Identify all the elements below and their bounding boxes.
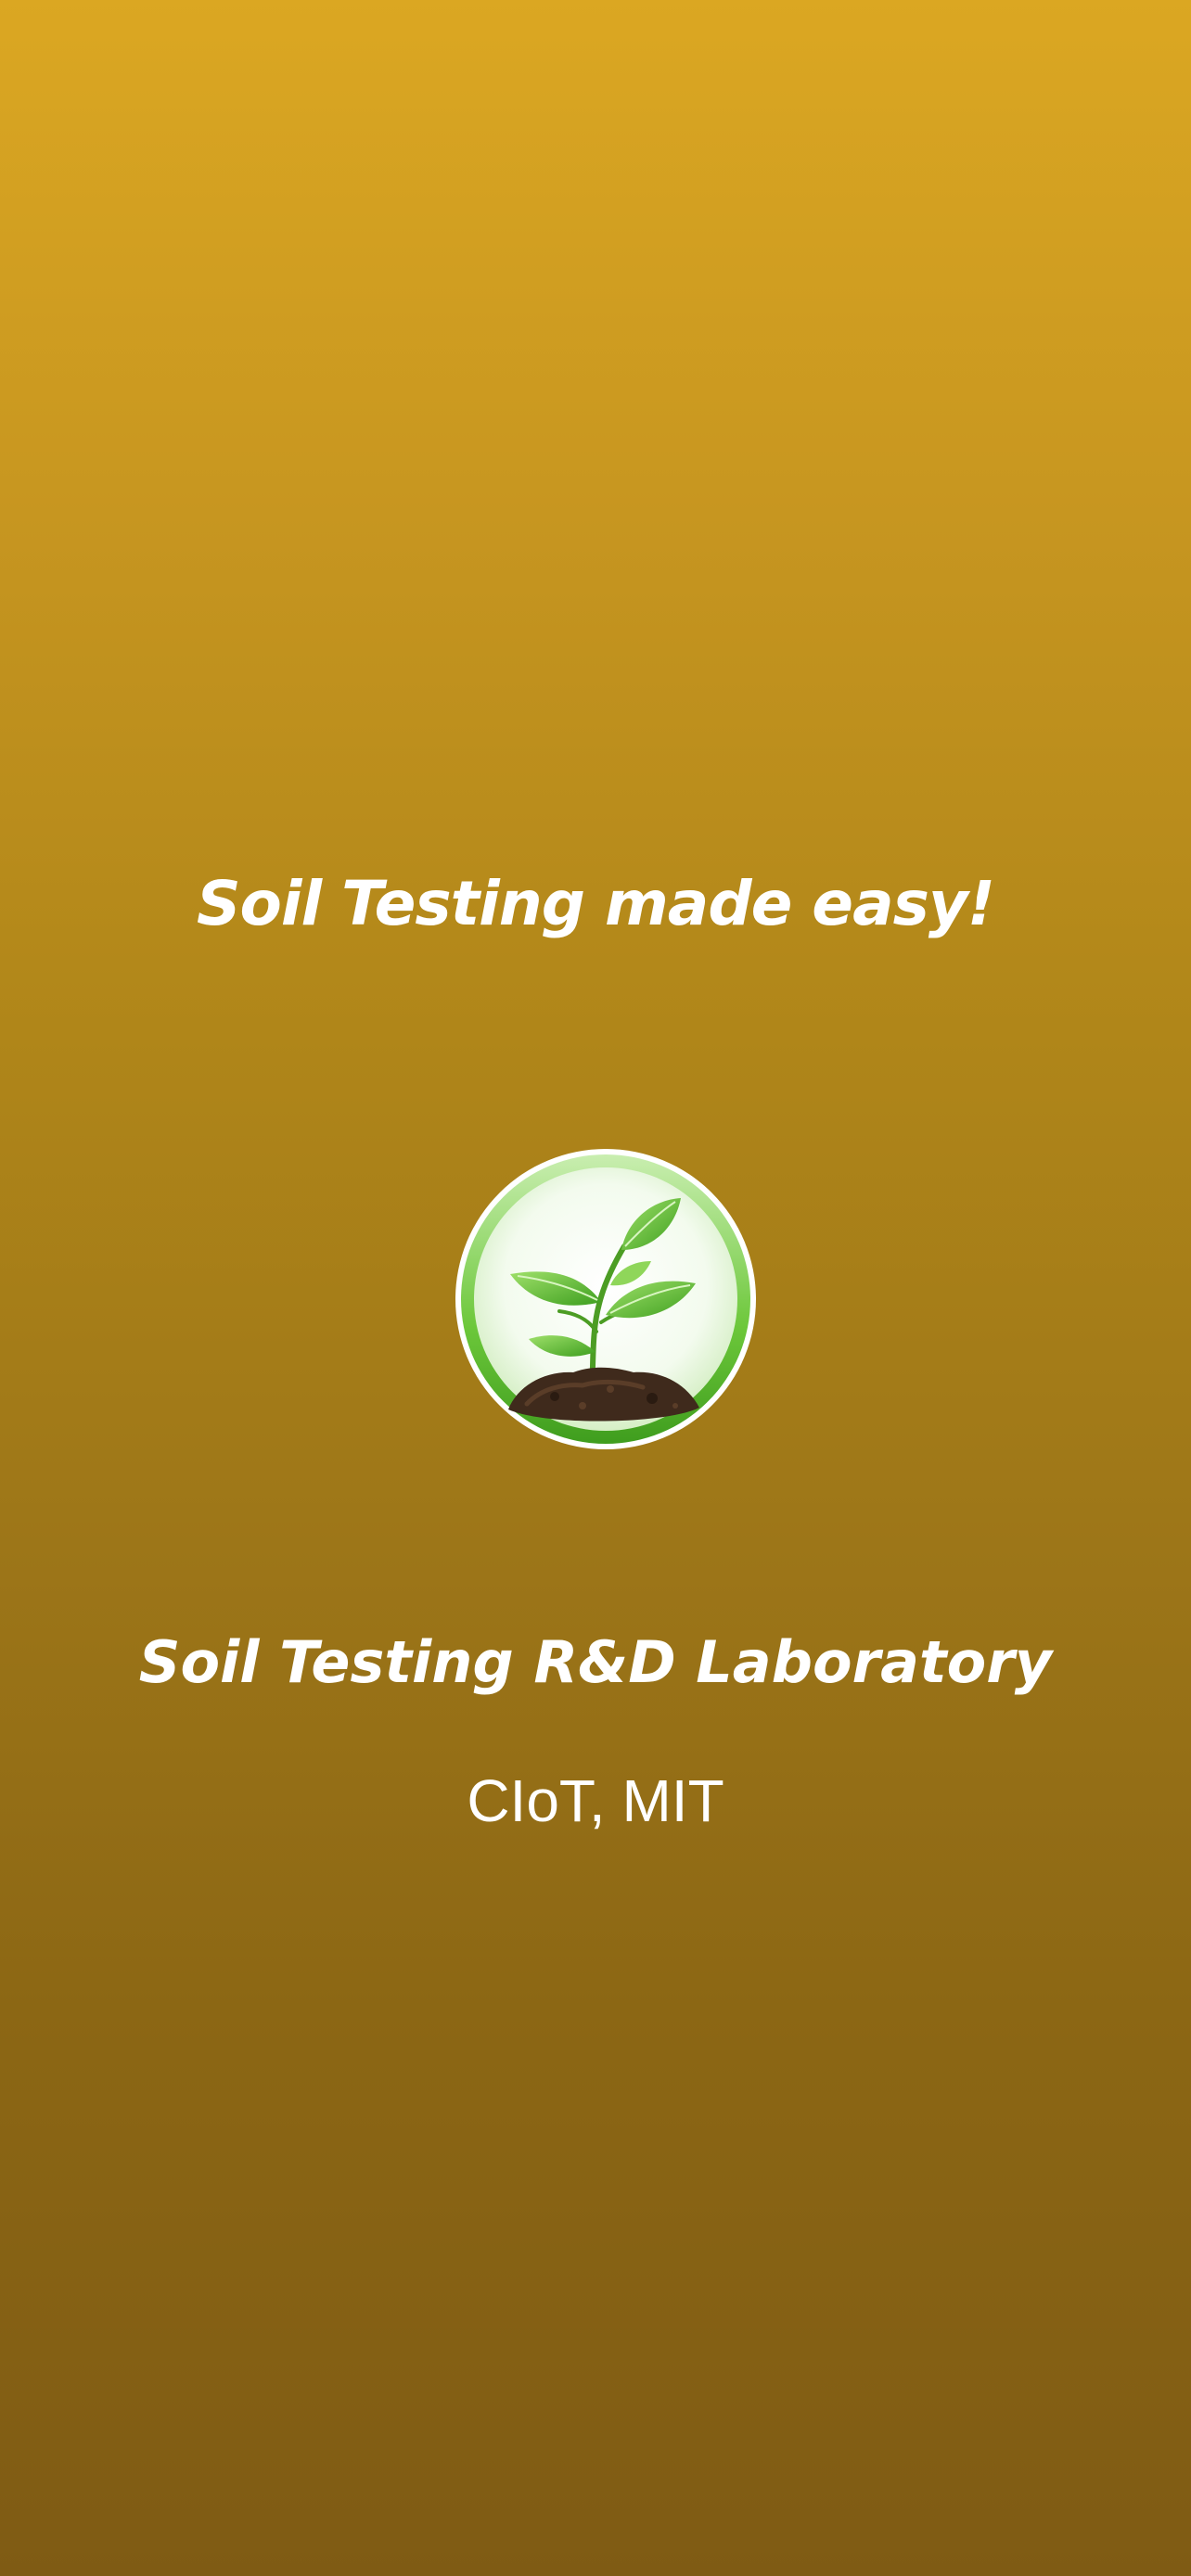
tagline: Soil Testing made easy! [196,868,995,939]
plant-sprout-in-soil-icon [455,1149,756,1449]
lab-name: Soil Testing R&D Laboratory [138,1628,1053,1696]
institute-name: CIoT, MIT [467,1767,724,1834]
